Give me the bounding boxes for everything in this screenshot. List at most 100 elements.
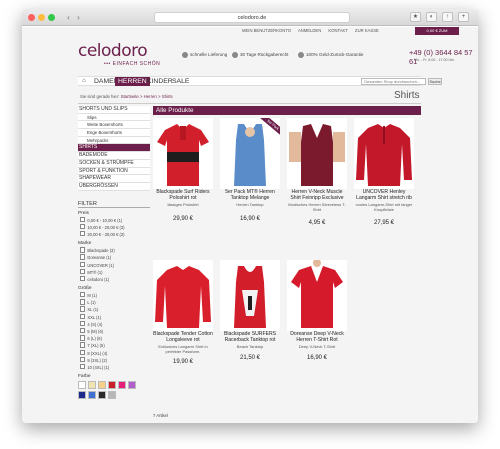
sidebar-category[interactable]: SHAPEWEAR bbox=[78, 175, 150, 183]
size-option-checkbox[interactable]: 7 (XL) (5) bbox=[78, 342, 150, 349]
brand-option-checkbox[interactable]: MT® (1) bbox=[78, 269, 150, 276]
size-option-checkbox[interactable]: 10 (4XL) (1) bbox=[78, 364, 150, 371]
size-option-checkbox[interactable]: 4 (S) (4) bbox=[78, 321, 150, 328]
product-card[interactable]: Herren V-Neck Muscle Shirt Feinripp Excl… bbox=[287, 118, 347, 226]
search-input[interactable]: Gesamten Shop durchsuchen... bbox=[361, 78, 426, 85]
red-longsleeve-image[interactable] bbox=[153, 260, 213, 331]
product-card[interactable]: UNCOVER Henley Langarm Shirt stretch rib… bbox=[354, 118, 414, 226]
login-link[interactable]: ANMELDEN bbox=[298, 28, 321, 33]
address-bar[interactable]: celodoro.de bbox=[154, 12, 350, 23]
category-list: SHORTS UND SLIPS Slips Weite Boxershorts En… bbox=[78, 106, 150, 191]
brand-filter: Blackspade (3) Doreanse (1) UNCOVER (1) MT®… bbox=[78, 247, 150, 283]
size-option-checkbox[interactable]: XXL (1) bbox=[78, 314, 150, 321]
tabs-icon[interactable]: + bbox=[458, 12, 469, 22]
color-swatch[interactable] bbox=[78, 391, 86, 400]
product-name[interactable]: Blackspade Surf Riders Poloshirt rot bbox=[153, 189, 213, 202]
size-option-checkbox[interactable]: 8 (XXL) (4) bbox=[78, 350, 150, 357]
product-card[interactable]: Blackspade Tender Cotton Longsleeve rot E… bbox=[153, 260, 213, 365]
minimize-window-button[interactable] bbox=[38, 14, 45, 21]
sidebar-category[interactable]: Slips bbox=[78, 113, 150, 122]
product-description: Beach Tanktop bbox=[236, 343, 264, 349]
product-name[interactable]: 5er Pack MT® Herren Tanktop Melange bbox=[220, 189, 280, 202]
color-swatch[interactable] bbox=[108, 391, 116, 400]
size-option-checkbox[interactable]: L (1) bbox=[78, 299, 150, 306]
maximize-window-button[interactable] bbox=[48, 14, 55, 21]
red-henley-image[interactable] bbox=[354, 118, 414, 189]
product-price: 4,95 € bbox=[308, 220, 326, 227]
price-option-checkbox[interactable]: 0,00 € - 10,00 € (1) bbox=[78, 217, 150, 224]
product-name[interactable]: UNCOVER Henley Langarm Shirt stretch rib bbox=[354, 189, 414, 202]
sidebar-category[interactable]: Enge Boxershorts bbox=[78, 129, 150, 137]
product-description: Deep V-Neck T-Shirt bbox=[298, 343, 336, 349]
product-name[interactable]: Blackspade SURFERS Racerback Tanktop rot bbox=[220, 331, 280, 344]
sidebar-category[interactable]: SHIRTS bbox=[78, 144, 150, 153]
product-name[interactable]: Blackspade Tender Cotton Longsleeve rot bbox=[153, 331, 213, 344]
color-swatch[interactable] bbox=[98, 391, 106, 400]
filter-title: FILTER bbox=[78, 200, 150, 208]
size-option-checkbox[interactable]: 9 (3XL) (2) bbox=[78, 357, 150, 364]
home-icon[interactable]: ⌂ bbox=[82, 78, 86, 84]
color-filter-label: Farbe bbox=[78, 374, 91, 380]
color-swatch[interactable] bbox=[108, 381, 116, 390]
cart-button[interactable]: 0,00 € ZUM WARENKORB bbox=[415, 27, 459, 41]
sidebar-category[interactable]: SOCKEN & STRÜMPFE bbox=[78, 159, 150, 168]
product-card[interactable]: Blackspade SURFERS Racerback Tanktop rot… bbox=[220, 260, 280, 361]
account-links: MEIN BENUTZERKONTO ANMELDEN KONTAKT ZUR … bbox=[242, 28, 385, 33]
size-option-checkbox[interactable]: 5 (M) (6) bbox=[78, 328, 150, 335]
product-price: 29,90 € bbox=[172, 215, 194, 222]
red-polo-image[interactable] bbox=[153, 118, 213, 189]
page-title: Shirts bbox=[394, 90, 420, 101]
product-name[interactable]: Doreanse Deep V-Neck Herren T-Shirt Rot bbox=[287, 331, 347, 344]
breadcrumb-path[interactable]: Startseite > Herren > Shirts bbox=[121, 94, 173, 99]
red-racerback-image[interactable] bbox=[220, 260, 280, 331]
sidebar-category[interactable]: BADEMODE bbox=[78, 152, 150, 160]
brand-option-checkbox[interactable]: Blackspade (3) bbox=[78, 247, 150, 254]
search-button[interactable]: Suche bbox=[428, 78, 442, 85]
product-price: 16,90 € bbox=[306, 354, 328, 361]
maroon-muscle-shirt-image[interactable] bbox=[287, 118, 347, 189]
product-name[interactable]: Herren V-Neck Muscle Shirt Feinripp Excl… bbox=[287, 189, 347, 202]
sidebar-category[interactable]: Mehrpacks bbox=[78, 136, 150, 145]
size-option-checkbox[interactable]: XL (1) bbox=[78, 306, 150, 313]
blue-tanktop-image[interactable]: 5er Pack bbox=[220, 118, 280, 189]
brand-option-checkbox[interactable]: UNCOVER (1) bbox=[78, 262, 150, 269]
price-option-checkbox[interactable]: 20,00 € - 30,00 € (3) bbox=[78, 231, 150, 238]
sidebar-category[interactable]: Weite Boxershorts bbox=[78, 121, 150, 130]
color-swatch[interactable] bbox=[118, 381, 126, 390]
forward-icon[interactable]: › bbox=[74, 13, 83, 22]
color-swatch[interactable] bbox=[78, 381, 86, 390]
product-card[interactable]: 5er Pack 5er Pack MT® Herren Tanktop Mela… bbox=[220, 118, 280, 222]
top-bar: MEIN BENUTZERKONTO ANMELDEN KONTAKT ZUR … bbox=[22, 27, 478, 41]
sidebar-category[interactable]: SPORT & FUNKTION bbox=[78, 167, 150, 176]
share-icon[interactable]: ↑ bbox=[442, 12, 453, 22]
sidebar-category[interactable]: SHORTS UND SLIPS bbox=[78, 106, 150, 114]
account-link[interactable]: MEIN BENUTZERKONTO bbox=[242, 28, 291, 33]
divider bbox=[78, 103, 421, 104]
usp-delivery: schnelle Lieferung bbox=[182, 52, 227, 58]
contact-link[interactable]: KONTAKT bbox=[328, 28, 347, 33]
color-swatch[interactable] bbox=[88, 391, 96, 400]
product-card[interactable]: Blackspade Surf Riders Poloshirt rot läss… bbox=[153, 118, 213, 222]
red-vneck-tshirt-image[interactable] bbox=[287, 260, 347, 331]
color-swatch[interactable] bbox=[88, 381, 96, 390]
price-option-checkbox[interactable]: 10,00 € - 20,00 € (3) bbox=[78, 224, 150, 231]
extension-icon[interactable]: ★ bbox=[410, 12, 421, 22]
color-swatch[interactable] bbox=[128, 381, 136, 390]
product-description: Herren Tanktop bbox=[236, 201, 264, 207]
size-option-checkbox[interactable]: 6 (L) (6) bbox=[78, 335, 150, 342]
back-icon[interactable]: ‹ bbox=[64, 13, 73, 22]
checkout-link[interactable]: ZUR KASSE bbox=[355, 28, 379, 33]
size-option-checkbox[interactable]: M (1) bbox=[78, 292, 150, 299]
truck-icon bbox=[182, 52, 188, 58]
sidebar: SHORTS UND SLIPS Slips Weite Boxershorts En… bbox=[78, 106, 150, 400]
brand-option-checkbox[interactable]: Doreanse (1) bbox=[78, 254, 150, 261]
close-window-button[interactable] bbox=[28, 14, 35, 21]
product-card[interactable]: Doreanse Deep V-Neck Herren T-Shirt Rot D… bbox=[287, 260, 347, 361]
color-swatch[interactable] bbox=[98, 381, 106, 390]
brand-option-checkbox[interactable]: celodoro (1) bbox=[78, 276, 150, 283]
sidebar-category[interactable]: ÜBERGRÖSSEN bbox=[78, 182, 150, 191]
reader-icon[interactable]: ◐ bbox=[426, 12, 437, 22]
web-page: MEIN BENUTZERKONTO ANMELDEN KONTAKT ZUR … bbox=[22, 27, 478, 423]
nav-item-sale[interactable]: SALE bbox=[169, 77, 192, 86]
site-logo[interactable]: celodoro bbox=[78, 41, 148, 61]
